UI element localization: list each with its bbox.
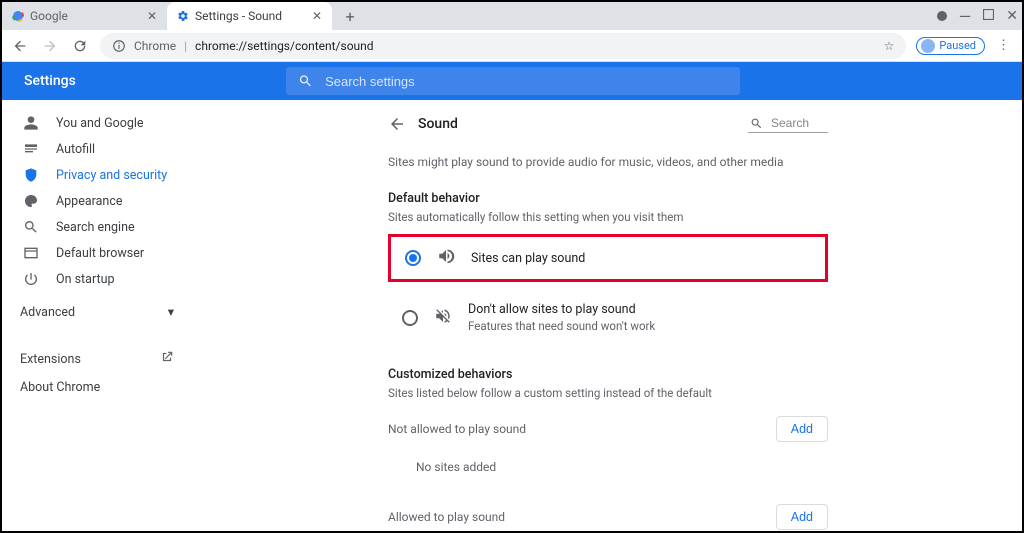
page-title: Settings [2,73,286,89]
sidebar-item-you-and-google[interactable]: You and Google [2,110,194,136]
default-behavior-heading: Default behavior [388,169,828,206]
not-allowed-heading: Not allowed to play sound [388,422,526,436]
close-icon[interactable]: ✕ [1006,8,1018,24]
panel-search-input[interactable] [769,115,819,131]
option-sites-can-play-sound[interactable]: Sites can play sound [388,234,828,282]
reload-icon[interactable] [70,38,90,54]
tab-title: Settings - Sound [195,9,306,23]
panel-description: Sites might play sound to provide audio … [388,133,828,169]
maximize-icon[interactable] [983,9,994,24]
window-controls: — ✕ [937,2,1018,30]
volume-on-icon [437,247,455,269]
volume-off-icon [434,307,452,329]
close-icon[interactable]: ✕ [312,9,322,23]
add-not-allowed-button[interactable]: Add [776,416,828,442]
incognito-off-icon [937,11,947,21]
sidebar-item-appearance[interactable]: Appearance [2,188,194,214]
extensions-label: Extensions [20,352,81,367]
search-icon [22,219,40,235]
option-dont-allow-sound[interactable]: Don't allow sites to play sound Features… [388,292,828,343]
tab-title: Google [30,9,141,23]
customized-heading: Customized behaviors [388,343,828,382]
back-arrow-icon[interactable] [388,115,406,133]
about-label: About Chrome [20,380,100,395]
close-icon[interactable]: ✕ [147,9,157,23]
browser-tab-strip: Google ✕ Settings - Sound ✕ + — ✕ [2,2,1022,30]
settings-panel: Sound Sites might play sound to provide … [388,100,828,533]
customized-sub: Sites listed below follow a custom setti… [388,382,828,400]
power-icon [22,271,40,287]
panel-title: Sound [418,116,458,132]
browser-tab[interactable]: Settings - Sound ✕ [167,2,332,30]
sidebar-item-default-browser[interactable]: Default browser [2,240,194,266]
browser-tab[interactable]: Google ✕ [2,2,167,30]
sidebar-label: Search engine [56,220,135,235]
forward-icon[interactable] [40,38,60,54]
sidebar-label: Autofill [56,142,95,157]
sidebar-label: Privacy and security [56,168,167,183]
minimize-icon[interactable]: — [959,7,972,26]
search-input[interactable] [323,73,728,90]
sidebar-advanced-toggle[interactable]: Advanced ▾ [2,292,194,326]
person-icon [22,115,40,131]
address-bar[interactable]: Chrome | chrome://settings/content/sound… [100,33,906,59]
shield-icon [22,167,40,183]
option-block-label: Don't allow sites to play sound [468,302,655,317]
open-external-icon [160,350,174,368]
radio-unchecked-icon[interactable] [402,310,418,326]
settings-favicon-icon [177,10,189,22]
omnibox-url: chrome://settings/content/sound [195,39,374,53]
chevron-down-icon: ▾ [168,304,174,320]
profile-label: Paused [939,39,976,52]
sidebar-label: Default browser [56,246,144,261]
sidebar-item-privacy-and-security[interactable]: Privacy and security [2,162,194,188]
google-favicon-icon [12,10,24,22]
default-behavior-sub: Sites automatically follow this setting … [388,206,828,224]
option-allow-label: Sites can play sound [471,251,585,266]
browser-toolbar: Chrome | chrome://settings/content/sound… [2,30,1022,62]
browser-icon [22,245,40,261]
settings-sidebar: You and Google Autofill Privacy and secu… [2,100,194,533]
browser-menu-icon[interactable]: ⋮ [993,38,1014,53]
sidebar-item-search-engine[interactable]: Search engine [2,214,194,240]
radio-checked-icon[interactable] [405,250,421,266]
settings-header: Settings [2,62,1022,100]
sidebar-label: On startup [56,272,114,287]
allowed-heading: Allowed to play sound [388,510,505,524]
back-icon[interactable] [10,38,30,54]
no-sites-text: No sites added [388,442,828,480]
settings-search[interactable] [286,67,740,95]
search-icon [298,73,313,89]
avatar-icon [921,39,935,53]
sidebar-item-on-startup[interactable]: On startup [2,266,194,292]
sidebar-item-autofill[interactable]: Autofill [2,136,194,162]
site-info-icon[interactable] [112,39,126,53]
appearance-icon [22,193,40,209]
bookmark-star-icon[interactable]: ☆ [884,39,895,53]
option-block-sub: Features that need sound won't work [468,319,655,333]
omnibox-prefix: Chrome [134,39,176,53]
new-tab-button[interactable]: + [338,4,362,28]
autofill-icon [22,141,40,157]
add-allowed-button[interactable]: Add [776,504,828,530]
sidebar-label: You and Google [56,116,144,131]
sidebar-about-chrome[interactable]: About Chrome [2,370,194,397]
search-icon [750,117,763,130]
sidebar-extensions[interactable]: Extensions [2,340,194,370]
profile-chip[interactable]: Paused [916,37,985,55]
advanced-label: Advanced [20,305,75,320]
panel-search[interactable] [748,114,828,133]
sidebar-label: Appearance [56,194,123,209]
